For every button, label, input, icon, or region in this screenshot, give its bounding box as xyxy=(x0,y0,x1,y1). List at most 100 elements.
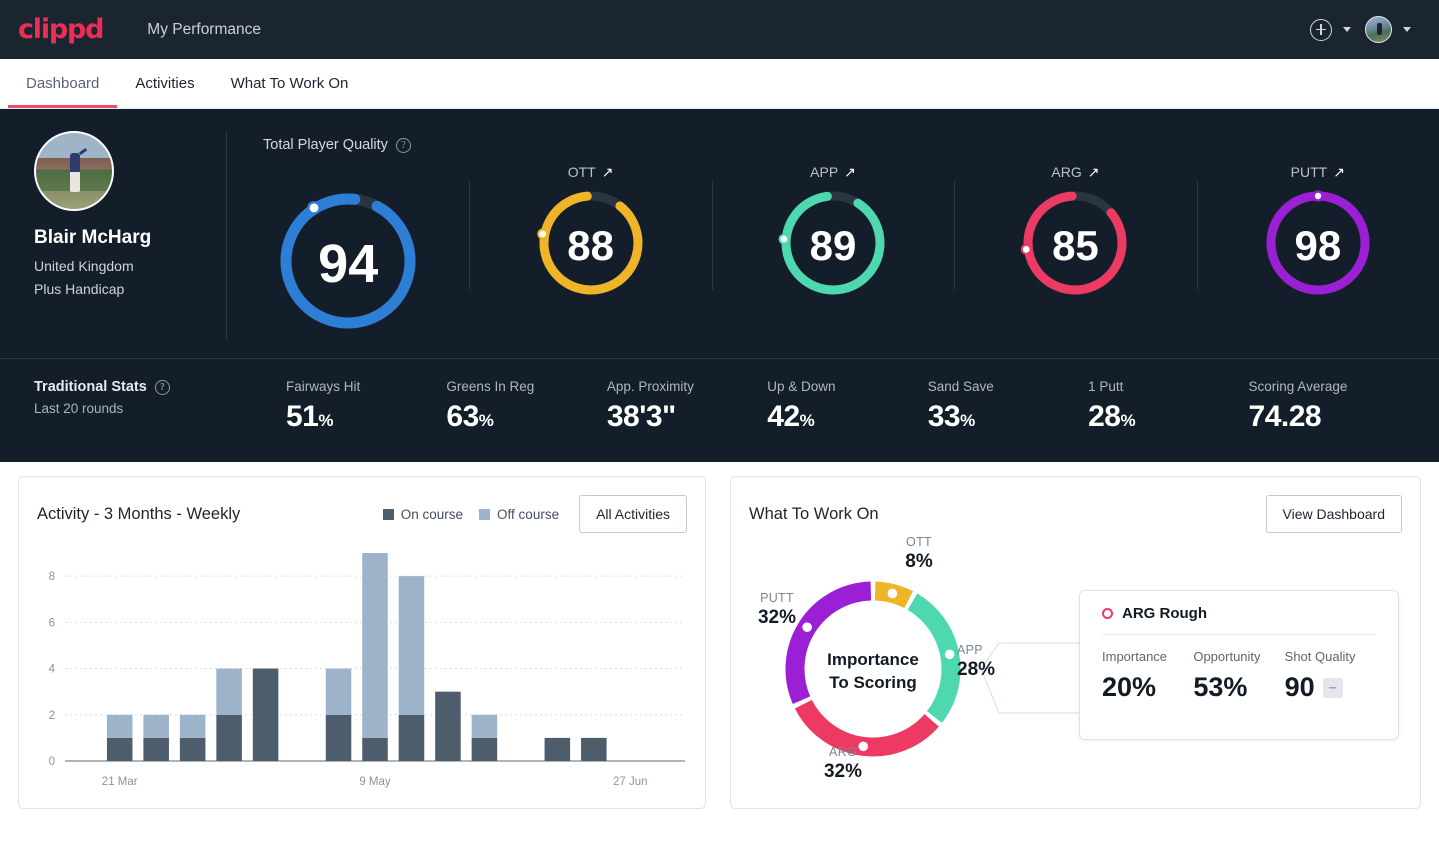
stat-label: Sand Save xyxy=(927,379,994,394)
donut-label-arg-key: ARG xyxy=(829,745,857,759)
bottom-panels: Activity - 3 Months - Weekly On course O… xyxy=(0,462,1439,823)
stat-value: 42% xyxy=(767,400,927,434)
total-player-quality-label: Total Player Quality xyxy=(263,137,388,153)
avatar-chevron-down-icon[interactable] xyxy=(1403,27,1411,32)
plus-circle-icon[interactable] xyxy=(1310,18,1332,41)
gauge-ring-arg: 85 xyxy=(1019,187,1131,304)
stat-label: Scoring Average xyxy=(1248,379,1348,394)
question-mark-icon[interactable]: ? xyxy=(154,379,170,395)
stat-app-proximity: App. Proximity 38'3" xyxy=(607,379,767,434)
gauge-total-player-quality[interactable]: 94 xyxy=(227,159,469,340)
clippd-logo[interactable]: clippd xyxy=(18,14,105,45)
tab-dashboard[interactable]: Dashboard xyxy=(8,59,118,108)
card-value-shot-quality: 90 xyxy=(1284,672,1315,702)
gauge-putt[interactable]: PUTT ↗ 98 xyxy=(1196,159,1439,304)
stat-label: App. Proximity xyxy=(606,379,694,394)
stat-unit: % xyxy=(478,411,494,430)
svg-text:4: 4 xyxy=(49,664,56,676)
activity-bar-chart-svg[interactable]: 0 2 4 6 8 21 Mar 9 May 27 Jun xyxy=(31,547,693,797)
stat-sand-save: Sand Save 33% xyxy=(928,379,1088,434)
svg-text:2: 2 xyxy=(49,710,55,722)
player-photo-avatar[interactable] xyxy=(34,131,114,211)
wtw-panel-title: What To Work On xyxy=(749,504,879,523)
gauge-app[interactable]: APP ↗ 89 xyxy=(711,159,954,304)
legend-swatch-off-course xyxy=(479,508,491,520)
wtw-panel-header: What To Work On View Dashboard xyxy=(731,477,1420,533)
arrow-up-right-icon: ↗ xyxy=(844,164,856,180)
activity-legend: On course Off course xyxy=(382,506,559,522)
gauge-value-app: 89 xyxy=(809,221,857,269)
donut-label-ott-key: OTT xyxy=(906,535,932,549)
gauge-value-putt: 98 xyxy=(1294,221,1342,269)
donut-label-ott-value: 8% xyxy=(905,551,933,572)
arg-rough-card-title: ARG Rough xyxy=(1122,605,1207,622)
traditional-stats-items: Fairways Hit 51% Greens In Reg 63% App. … xyxy=(286,379,1409,434)
gauge-label-app-text: APP xyxy=(810,164,839,180)
donut-label-putt: PUTT 32% xyxy=(737,591,817,629)
arg-rough-card[interactable]: ARG Rough Importance 20% Opportunity 53%… xyxy=(1079,590,1399,740)
gauge-label-ott-text: OTT xyxy=(567,164,596,180)
svg-text:9 May: 9 May xyxy=(359,776,391,788)
card-value-shot-quality-row: 90 – xyxy=(1285,672,1376,703)
question-mark-icon[interactable]: ? xyxy=(395,137,411,153)
stat-up-and-down: Up & Down 42% xyxy=(767,379,927,434)
legend-label-on-course: On course xyxy=(400,506,464,522)
player-quality-section: Total Player Quality ? 94 OTT ↗ 88 APP ↗… xyxy=(226,131,1439,340)
tab-what-to-work-on[interactable]: What To Work On xyxy=(213,59,367,108)
what-to-work-on-panel: What To Work On View Dashboard Importanc… xyxy=(730,476,1421,809)
gauge-value-arg: 85 xyxy=(1052,221,1099,269)
svg-text:6: 6 xyxy=(49,617,55,629)
gauge-label-ott: OTT ↗ xyxy=(568,163,614,181)
donut-label-app-value: 28% xyxy=(957,659,996,680)
player-handicap: Plus Handicap xyxy=(34,281,125,298)
view-dashboard-button[interactable]: View Dashboard xyxy=(1265,495,1402,533)
legend-off-course: Off course xyxy=(479,507,559,522)
stat-value: 74.28 xyxy=(1249,400,1409,434)
stat-number: 74.28 xyxy=(1248,400,1322,433)
top-bar: clippd My Performance xyxy=(0,0,1439,59)
gauge-arg[interactable]: ARG ↗ 85 xyxy=(954,159,1196,304)
all-activities-button[interactable]: All Activities xyxy=(579,495,687,533)
arg-rough-card-header: ARG Rough xyxy=(1102,605,1376,635)
gauge-value-total: 94 xyxy=(318,233,379,294)
svg-text:To Scoring: To Scoring xyxy=(829,673,917,692)
traditional-stats-title: Traditional Stats xyxy=(34,379,147,395)
gauge-label-arg: ARG ↗ xyxy=(1051,163,1099,181)
arrow-up-right-icon: ↗ xyxy=(1333,164,1345,180)
svg-text:0: 0 xyxy=(49,756,55,768)
donut-label-app-key: APP xyxy=(957,643,983,657)
gauge-ring-putt: 98 xyxy=(1262,187,1374,304)
stat-unit: % xyxy=(1120,411,1136,430)
total-player-quality-header: Total Player Quality ? xyxy=(227,131,1439,153)
user-avatar-icon[interactable] xyxy=(1365,16,1392,43)
legend-swatch-on-course xyxy=(382,508,394,520)
svg-text:Importance: Importance xyxy=(827,650,919,669)
stat-fairways-hit: Fairways Hit 51% xyxy=(286,379,446,434)
gauge-value-ott: 88 xyxy=(567,221,614,269)
tab-bar: Dashboard Activities What To Work On xyxy=(0,59,1439,109)
svg-text:21 Mar: 21 Mar xyxy=(102,776,138,788)
stat-value: 33% xyxy=(928,400,1088,434)
arrow-up-right-icon: ↗ xyxy=(1087,164,1100,180)
svg-text:8: 8 xyxy=(49,571,55,583)
donut-label-arg-value: 32% xyxy=(823,761,863,782)
arrow-up-right-icon: ↗ xyxy=(601,164,614,180)
stat-label: Up & Down xyxy=(767,379,836,394)
ring-marker-icon xyxy=(1102,608,1113,619)
stat-unit: % xyxy=(799,411,815,430)
tab-activities[interactable]: Activities xyxy=(117,59,212,108)
stat-greens-in-reg: Greens In Reg 63% xyxy=(446,379,606,434)
stat-number: 42 xyxy=(767,400,800,433)
card-col-shot-quality: Shot Quality 90 – xyxy=(1285,649,1376,703)
stat-value: 38'3" xyxy=(607,400,767,434)
stat-number: 28 xyxy=(1088,400,1121,433)
gauge-ott[interactable]: OTT ↗ 88 xyxy=(469,159,711,304)
card-label-shot-quality: Shot Quality xyxy=(1284,649,1356,664)
stat-label: Greens In Reg xyxy=(446,379,535,394)
importance-donut-svg[interactable]: Importance To Scoring xyxy=(735,533,1095,805)
donut-label-putt-key: PUTT xyxy=(760,591,794,605)
traditional-stats-section: Traditional Stats ? Last 20 rounds Fairw… xyxy=(0,358,1439,462)
gauge-ring-ott: 88 xyxy=(535,187,647,304)
chevron-down-icon[interactable] xyxy=(1343,27,1351,32)
stat-scoring-average: Scoring Average 74.28 xyxy=(1249,379,1409,434)
